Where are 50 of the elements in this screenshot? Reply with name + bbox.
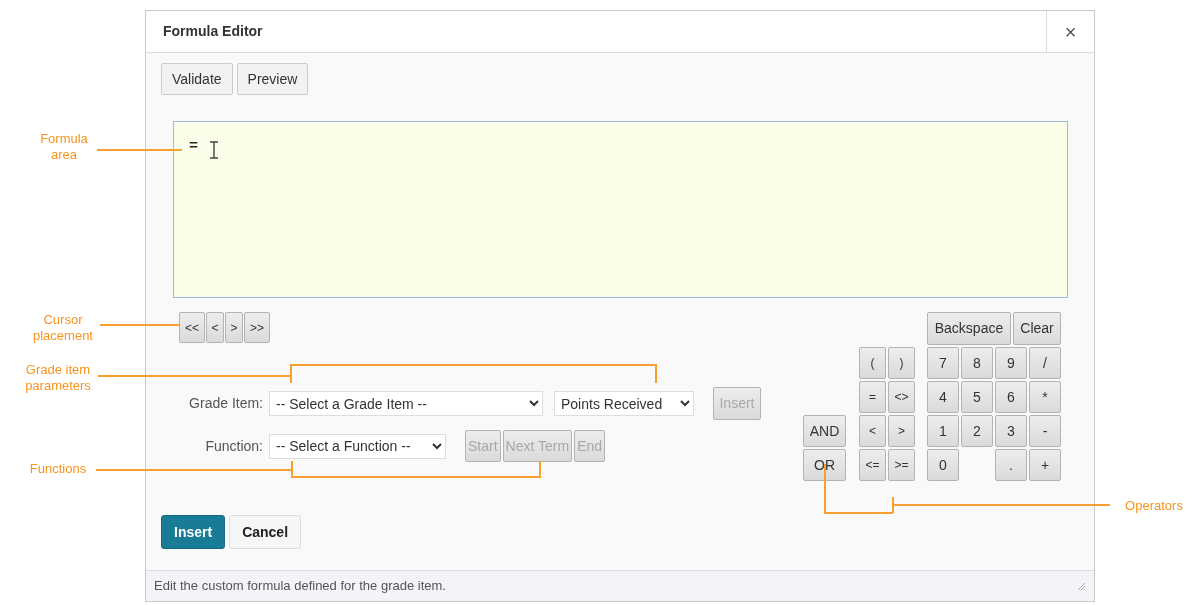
- function-select[interactable]: -- Select a Function --: [269, 433, 446, 459]
- keypad-button[interactable]: <>: [888, 381, 915, 413]
- insert-button[interactable]: Insert: [161, 515, 226, 549]
- keypad-button[interactable]: =: [859, 381, 886, 413]
- keypad-button[interactable]: <: [859, 415, 886, 447]
- cursor-button[interactable]: >: [225, 312, 243, 343]
- keypad-button[interactable]: OR: [803, 449, 846, 481]
- field-label: Grade Item:: [188, 394, 263, 413]
- cursor-button[interactable]: <<: [179, 312, 205, 343]
- keypad-button[interactable]: 5: [961, 381, 993, 413]
- keypad-button[interactable]: <=: [859, 449, 886, 481]
- keypad-button[interactable]: 2: [961, 415, 993, 447]
- keypad-button[interactable]: ): [888, 347, 915, 379]
- keypad-button[interactable]: 1: [927, 415, 959, 447]
- cursor-button[interactable]: <: [206, 312, 224, 343]
- keypad-button[interactable]: -: [1029, 415, 1061, 447]
- keypad-button[interactable]: Backspace: [927, 312, 1011, 345]
- parameter-select[interactable]: Points Received: [554, 391, 694, 416]
- keypad-button[interactable]: +: [1029, 449, 1061, 481]
- keypad-button[interactable]: >: [888, 415, 915, 447]
- keypad-button[interactable]: 4: [927, 381, 959, 413]
- keypad-button[interactable]: Clear: [1013, 312, 1061, 345]
- keypad-button[interactable]: AND: [803, 415, 846, 447]
- annotation-label: Grade item parameters: [24, 362, 92, 394]
- keypad-button[interactable]: 8: [961, 347, 993, 379]
- field-label: Function:: [204, 436, 263, 456]
- keypad-button[interactable]: 9: [995, 347, 1027, 379]
- grade-item-select[interactable]: -- Select a Grade Item --: [269, 391, 543, 416]
- keypad-button[interactable]: .: [995, 449, 1027, 481]
- window-title: Formula Editor: [162, 22, 264, 41]
- annotation-label: Formula area: [39, 131, 89, 163]
- keypad-button[interactable]: 3: [995, 415, 1027, 447]
- keypad-button[interactable]: (: [859, 347, 886, 379]
- keypad-button[interactable]: *: [1029, 381, 1061, 413]
- toolbar-button[interactable]: Preview: [236, 63, 309, 95]
- toolbar-button[interactable]: Validate: [161, 63, 233, 95]
- cancel-button[interactable]: Cancel: [229, 515, 302, 549]
- keypad-button[interactable]: 7: [927, 347, 959, 379]
- annotation-label: Cursor placement: [32, 312, 94, 344]
- text-cursor-icon: [208, 141, 220, 159]
- keypad-button[interactable]: 6: [995, 381, 1027, 413]
- status-text: Edit the custom formula defined for the grade item.: [154, 577, 447, 596]
- annotation-label: Functions: [28, 461, 88, 477]
- keypad-button[interactable]: >=: [888, 449, 915, 481]
- annotation-label: Operators: [1124, 498, 1184, 514]
- cursor-button[interactable]: >>: [244, 312, 270, 343]
- keypad-button[interactable]: /: [1029, 347, 1061, 379]
- keypad-button[interactable]: 0: [927, 449, 959, 481]
- resize-grip-icon[interactable]: [1076, 581, 1086, 591]
- formula-field[interactable]: =: [173, 121, 1068, 298]
